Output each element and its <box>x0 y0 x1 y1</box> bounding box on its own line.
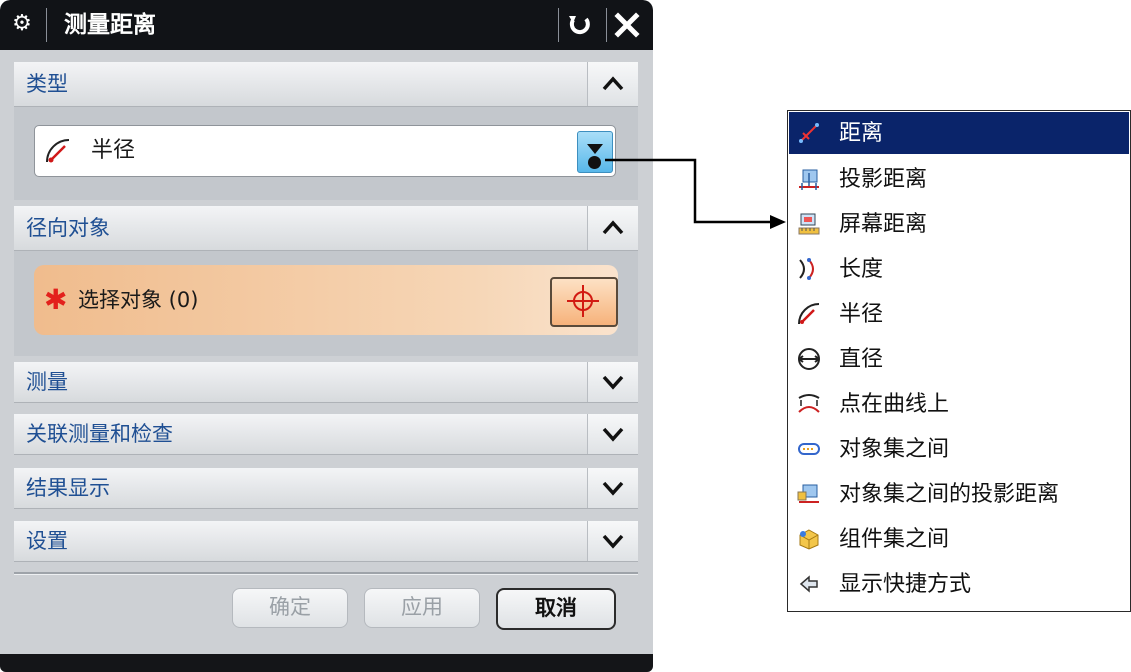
distance-icon <box>799 123 819 143</box>
menu-item-length[interactable]: 长度 <box>789 248 1129 290</box>
radius-icon <box>798 303 820 325</box>
menu-item-label: 对象集之间的投影距离 <box>839 482 1060 507</box>
between-sets-icon <box>798 443 820 455</box>
menu-item-radius[interactable]: 半径 <box>789 293 1129 335</box>
diameter-icon <box>798 348 820 370</box>
screen-distance-icon <box>798 213 820 235</box>
menu-item-label: 距离 <box>839 121 884 146</box>
menu-item-label: 组件集之间 <box>839 527 950 552</box>
measure-type-menu: 距离 投影距离 屏幕距离 长度 半径 直径 点在曲线上 对象集之间 对象集之间的… <box>787 110 1131 612</box>
menu-item-between-sets[interactable]: 对象集之间 <box>789 428 1129 470</box>
length-icon <box>799 258 814 280</box>
projected-distance-icon <box>799 169 819 190</box>
menu-item-diameter[interactable]: 直径 <box>789 338 1129 380</box>
menu-item-point-on-curve[interactable]: 点在曲线上 <box>789 383 1129 425</box>
menu-item-distance[interactable]: 距离 <box>789 112 1129 154</box>
menu-item-between-components[interactable]: 组件集之间 <box>789 518 1129 560</box>
show-shortcuts-icon <box>799 575 818 593</box>
projected-between-sets-icon <box>797 484 819 503</box>
menu-item-label: 直径 <box>839 347 884 372</box>
menu-item-show-shortcuts[interactable]: 显示快捷方式 <box>789 563 1129 605</box>
menu-item-projected-between-sets[interactable]: 对象集之间的投影距离 <box>789 473 1129 515</box>
menu-item-screen-distance[interactable]: 屏幕距离 <box>789 203 1129 245</box>
menu-item-projected-distance[interactable]: 投影距离 <box>789 158 1129 200</box>
menu-item-label: 屏幕距离 <box>839 212 928 237</box>
menu-item-label: 投影距离 <box>839 167 928 192</box>
menu-item-label: 对象集之间 <box>839 437 950 462</box>
menu-item-label: 显示快捷方式 <box>839 572 972 597</box>
menu-item-label: 点在曲线上 <box>839 392 950 417</box>
menu-item-label: 长度 <box>839 257 884 282</box>
between-components-icon <box>799 529 819 550</box>
point-on-curve-icon <box>798 394 820 413</box>
menu-item-label: 半径 <box>839 302 884 327</box>
